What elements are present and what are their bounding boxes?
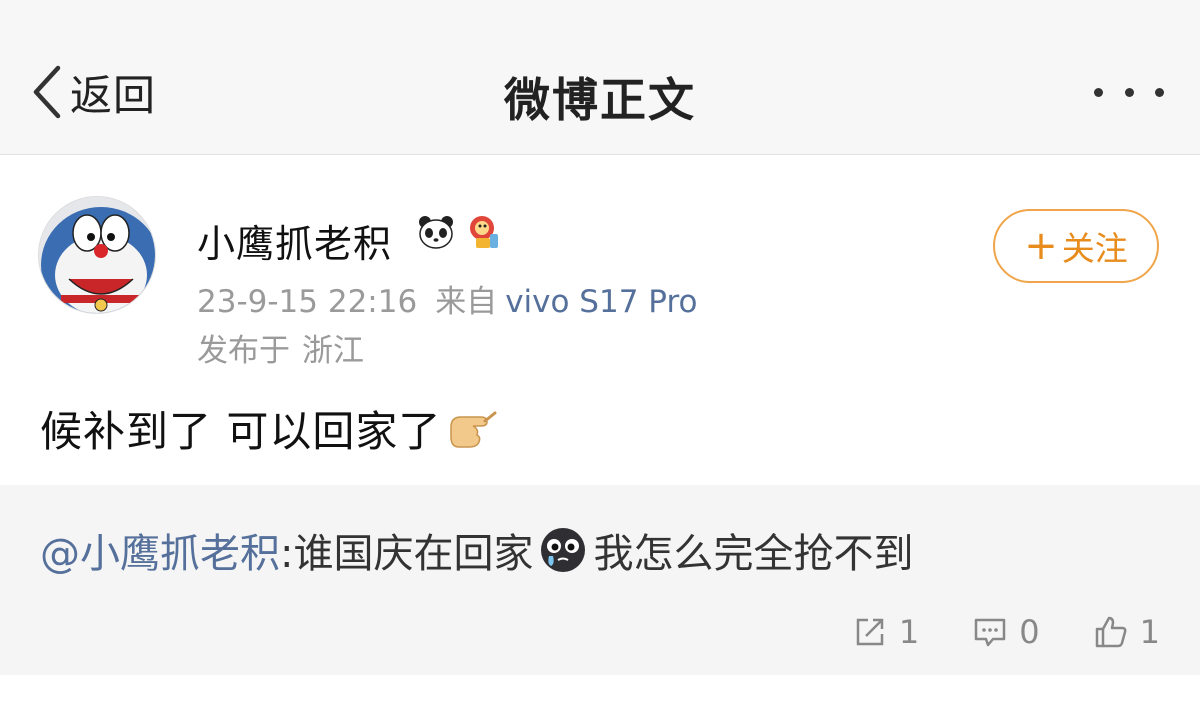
post-location: 发布于 浙江 — [197, 325, 364, 370]
follow-label: 关注 — [1061, 229, 1128, 268]
repost-icon — [856, 618, 884, 646]
location-label: 发布于 — [197, 333, 290, 369]
post-meta: 23-9-15 22:16 来自 vivo S17 Pro — [197, 276, 697, 321]
mascot-badge-icon — [470, 216, 498, 248]
comment-count: 0 — [1019, 613, 1040, 651]
more-dots-icon[interactable] — [1094, 80, 1164, 104]
avatar[interactable] — [38, 196, 156, 314]
source-label: 来自 — [435, 284, 498, 320]
author-badges — [416, 212, 504, 252]
repost-box[interactable]: @小鹰抓老积 :谁国庆在回家 我怎么完全抢不到 1 0 1 — [0, 485, 1200, 675]
comment-action[interactable]: 0 — [973, 613, 1040, 651]
author-name[interactable]: 小鹰抓老积 — [197, 213, 392, 268]
location-value: 浙江 — [302, 333, 364, 369]
post-text-content: 候补到了 可以回家了 — [40, 407, 442, 456]
page-title: 微博正文 — [504, 73, 696, 127]
comment-icon — [975, 618, 1006, 647]
repost-text-before: :谁国庆在回家 — [280, 531, 534, 577]
thumbs-up-icon — [1095, 616, 1127, 648]
panda-badge-icon — [419, 216, 453, 249]
action-bar: 1 0 1 — [853, 613, 1160, 651]
repost-mention[interactable]: @小鹰抓老积 — [40, 521, 280, 579]
device-link[interactable]: vivo S17 Pro — [505, 284, 697, 320]
repost-action[interactable]: 1 — [853, 613, 919, 651]
like-count: 1 — [1139, 613, 1160, 651]
post-text: 候补到了 可以回家了 — [40, 398, 499, 459]
repost-text-after: 我怎么完全抢不到 — [593, 531, 914, 577]
plus-icon: + — [1024, 223, 1058, 269]
post-time: 23-9-15 22:16 — [197, 284, 418, 320]
top-navigation-bar: 返回 微博正文 — [0, 0, 1200, 155]
like-action[interactable]: 1 — [1094, 613, 1160, 651]
follow-button[interactable]: + 关注 — [993, 209, 1159, 283]
crying-face-emoji — [541, 528, 586, 572]
repost-text: @小鹰抓老积 :谁国庆在回家 我怎么完全抢不到 — [40, 521, 913, 579]
pointing-hand-emoji — [450, 411, 497, 448]
repost-count: 1 — [898, 613, 920, 651]
